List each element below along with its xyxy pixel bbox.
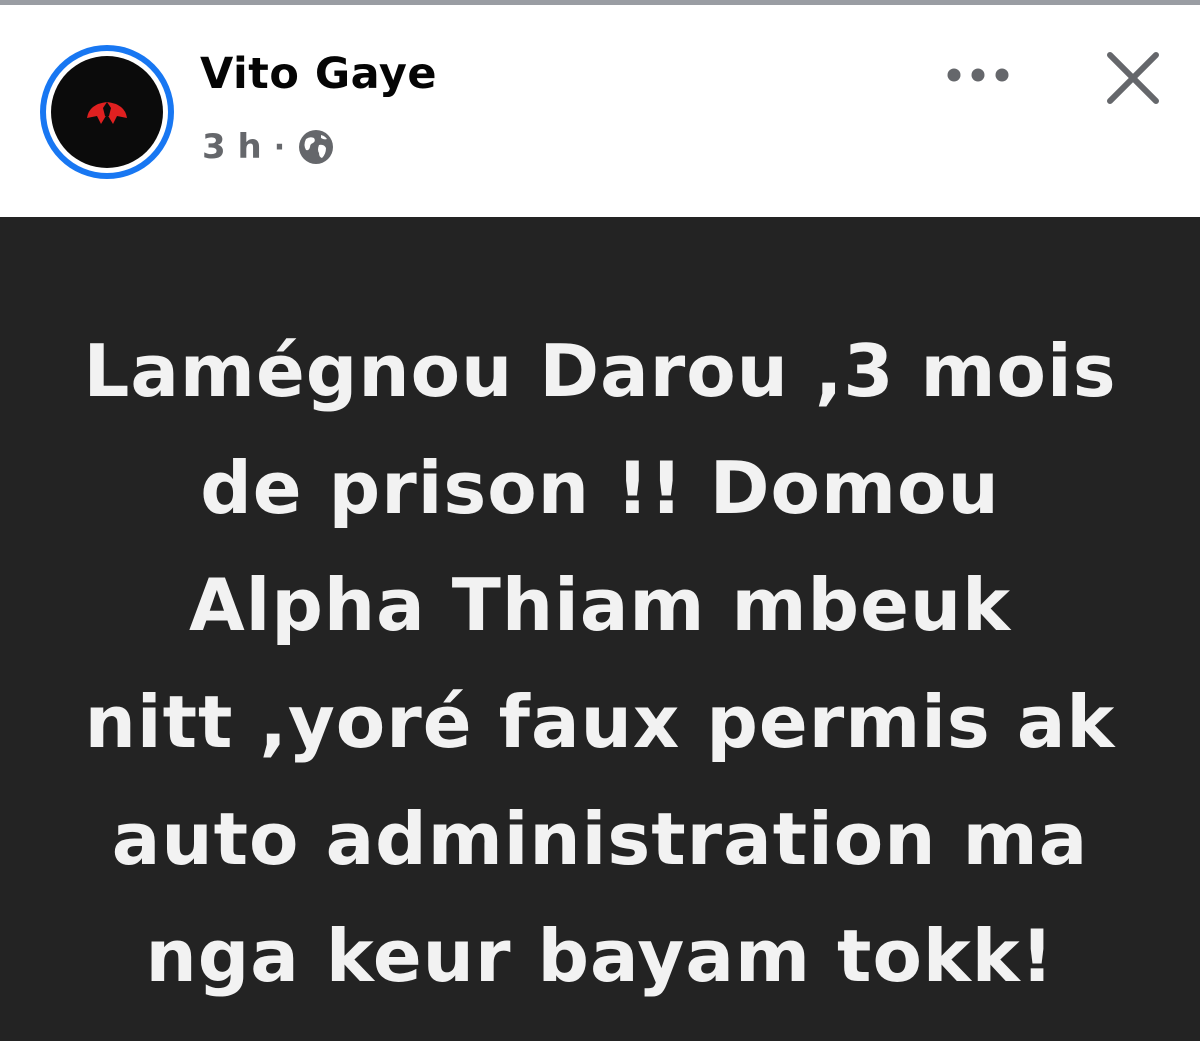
- avatar-logo-icon: [87, 102, 127, 124]
- post-text: Lamégnou Darou ,3 mois de prison !! Domo…: [83, 329, 1117, 998]
- post-viewer: Vito Gaye 3 h · Lamégnou Darou ,3 mois d…: [0, 0, 1200, 1041]
- post-header: Vito Gaye 3 h ·: [0, 5, 1200, 217]
- more-options-icon[interactable]: [940, 53, 1016, 97]
- avatar-border: [46, 51, 168, 173]
- post-content: Lamégnou Darou ,3 mois de prison !! Domo…: [0, 217, 1200, 1041]
- globe-icon: [297, 128, 335, 166]
- post-meta: 3 h ·: [202, 123, 335, 171]
- avatar[interactable]: [40, 45, 174, 179]
- author-name[interactable]: Vito Gaye: [200, 49, 437, 99]
- close-icon[interactable]: [1100, 45, 1166, 111]
- meta-separator: ·: [273, 129, 286, 165]
- post-timestamp[interactable]: 3 h: [202, 127, 262, 167]
- avatar-image: [51, 56, 163, 168]
